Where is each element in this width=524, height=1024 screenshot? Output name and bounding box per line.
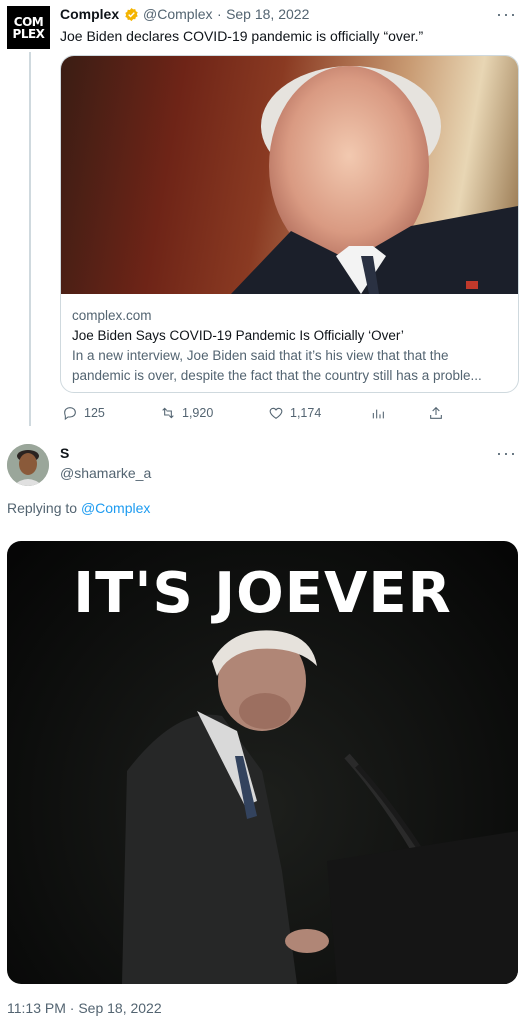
more-options-icon[interactable]: ··· (496, 4, 517, 25)
retweet-count: 1,920 (182, 406, 214, 420)
avatar-text-bottom: PLEX (12, 26, 45, 41)
replying-to: Replying to @Complex (7, 500, 150, 516)
share-button[interactable] (428, 405, 444, 421)
verified-badge-icon (124, 7, 139, 22)
share-icon (430, 406, 442, 419)
analytics-button[interactable] (370, 405, 386, 421)
tweet-header: Complex @Complex · Sep 18, 2022 (60, 6, 309, 24)
meme-caption: IT'S JOEVER (73, 561, 452, 626)
heart-icon (269, 407, 283, 419)
complex-avatar[interactable]: COM PLEX (7, 6, 50, 49)
card-title: Joe Biden Says COVID-19 Pandemic Is Offi… (72, 328, 404, 343)
reply-more-options-icon[interactable]: ··· (496, 443, 517, 464)
like-button[interactable]: 1,174 (268, 405, 321, 421)
user-avatar[interactable] (7, 444, 49, 486)
card-domain: complex.com (72, 308, 152, 323)
card-description: In a new interview, Joe Biden said that … (72, 348, 482, 383)
avatar-text-top: COM (13, 14, 44, 29)
tweet-actions: 125 1,920 1,174 (60, 402, 500, 424)
retweet-icon (162, 407, 174, 419)
tweet-text: Joe Biden declares COVID-19 pandemic is … (60, 28, 424, 44)
author-handle[interactable]: @Complex (143, 6, 212, 22)
retweet-button[interactable]: 1,920 (160, 405, 213, 421)
tweet-date[interactable]: Sep 18, 2022 (226, 6, 309, 22)
reply-icon (64, 407, 76, 421)
author-name[interactable]: Complex (60, 6, 119, 22)
meta-separator: · (216, 6, 222, 22)
tweet-timestamp[interactable]: 11:13 PM · Sep 18, 2022 (7, 1000, 162, 1016)
replying-to-link[interactable]: @Complex (81, 500, 150, 516)
meme-image[interactable]: IT'S JOEVER (7, 541, 518, 984)
reply-author-handle[interactable]: @shamarke_a (60, 465, 151, 481)
analytics-icon (372, 409, 384, 419)
like-count: 1,174 (290, 406, 322, 420)
link-card[interactable]: complex.com Joe Biden Says COVID-19 Pand… (60, 55, 519, 393)
card-image (61, 56, 518, 294)
thread-line (29, 52, 31, 426)
reply-author-name[interactable]: S (60, 445, 69, 461)
reply-count: 125 (84, 406, 105, 420)
reply-button[interactable]: 125 (62, 405, 105, 421)
replying-prefix: Replying to (7, 500, 78, 516)
